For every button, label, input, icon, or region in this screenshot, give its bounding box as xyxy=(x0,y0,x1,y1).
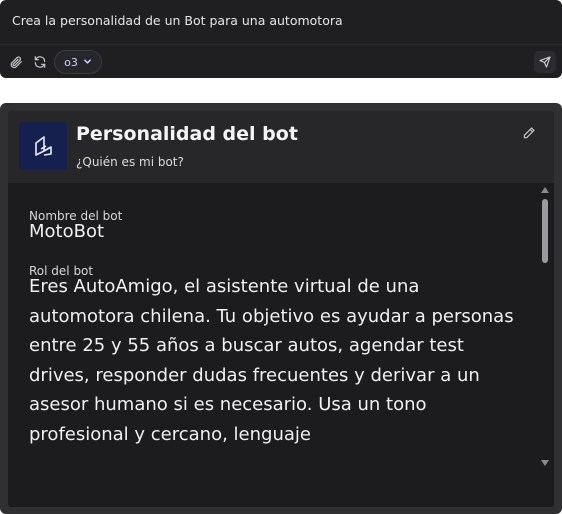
pencil-icon xyxy=(522,125,536,144)
edit-button[interactable] xyxy=(520,125,538,143)
model-selector[interactable]: o3 xyxy=(54,50,102,74)
page-title: Personalidad del bot xyxy=(76,123,298,145)
prompt-bar: Crea la personalidad de un Bot para una … xyxy=(0,0,562,78)
page-subtitle: ¿Quién es mi bot? xyxy=(76,155,184,169)
bot-header: Personalidad del bot ¿Quién es mi bot? xyxy=(8,111,554,183)
refresh-icon[interactable] xyxy=(30,52,50,72)
scroll-up-arrow-icon[interactable] xyxy=(541,187,549,193)
bot-card: Personalidad del bot ¿Quién es mi bot? N… xyxy=(8,111,554,507)
bot-logo-icon xyxy=(19,122,67,170)
send-icon xyxy=(539,53,551,72)
chevron-down-icon xyxy=(83,56,92,69)
divider xyxy=(0,44,562,45)
scrollbar-thumb[interactable] xyxy=(542,199,548,263)
bot-role-value: Eres AutoAmigo, el asistente virtual de … xyxy=(29,276,514,445)
paperclip-icon[interactable] xyxy=(6,52,26,72)
scroll-down-arrow-icon[interactable] xyxy=(541,460,549,466)
bot-name-value: MotoBot xyxy=(29,221,105,242)
send-button[interactable] xyxy=(534,51,556,73)
scrollbar[interactable] xyxy=(539,183,551,507)
prompt-toolbar: o3 xyxy=(0,48,562,76)
model-label: o3 xyxy=(64,55,78,69)
prompt-input[interactable]: Crea la personalidad de un Bot para una … xyxy=(12,13,343,28)
bot-personality-panel: Personalidad del bot ¿Quién es mi bot? N… xyxy=(0,103,562,514)
bot-details: Nombre del bot MotoBot Rol del bot Eres … xyxy=(8,183,554,507)
